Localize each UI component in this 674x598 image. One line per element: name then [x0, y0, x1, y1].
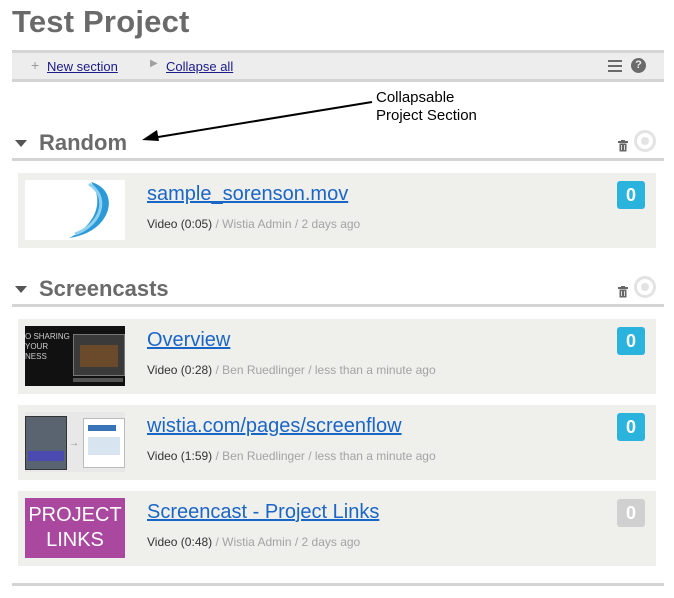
thumbnail-caption-line: NESS — [25, 352, 47, 361]
video-thumbnail[interactable]: → — [25, 412, 125, 472]
thumbnail-caption-line: O SHARING — [25, 332, 70, 341]
count-badge: 0 — [617, 499, 645, 527]
right-arrow-icon: ▶ — [150, 58, 158, 69]
thumbnail-caption-line: YOUR — [25, 342, 49, 351]
thumbnail-shelf — [73, 378, 123, 382]
media-type-duration: Video (0:48) — [147, 535, 213, 549]
media-item: PROJECT LINKS Screencast - Project Links… — [18, 491, 656, 566]
collapse-caret-icon[interactable] — [15, 140, 27, 147]
thumbnail-screen-bar — [28, 451, 64, 461]
target-icon[interactable] — [634, 276, 656, 298]
thumbnail-screen-left — [25, 416, 67, 470]
annotation-line-2: Project Section — [376, 107, 477, 124]
count-badge: 0 — [617, 181, 645, 209]
media-owner-time: / Wistia Admin / 2 days ago — [212, 535, 361, 549]
new-section-link[interactable]: New section — [47, 59, 118, 74]
collapse-all-link[interactable]: Collapse all — [166, 59, 233, 74]
trash-icon[interactable] — [618, 140, 628, 152]
media-title-link[interactable]: Screencast - Project Links — [147, 501, 379, 524]
media-owner-time: / Ben Ruedlinger / less than a minute ag… — [212, 363, 436, 377]
media-type-duration: Video (0:28) — [147, 363, 213, 377]
section-header-random: Random — [12, 128, 664, 161]
section-header-screencasts: Screencasts — [12, 274, 664, 307]
media-type-duration: Video (0:05) — [147, 217, 213, 231]
video-thumbnail[interactable] — [25, 180, 125, 240]
swoosh-graphic — [69, 182, 109, 238]
media-meta: Video (0:48) / Wistia Admin / 2 days ago — [147, 535, 360, 549]
thumbnail-arrow: → — [69, 438, 79, 449]
thumbnail-screen-image — [80, 345, 118, 367]
thumbnail-screen-right — [83, 418, 125, 468]
thumbnail-caption: PROJECT LINKS — [25, 503, 125, 553]
media-title-link[interactable]: Overview — [147, 329, 230, 352]
media-meta: Video (1:59) / Ben Ruedlinger / less tha… — [147, 449, 436, 463]
video-thumbnail[interactable]: O SHARING YOUR NESS — [25, 326, 125, 386]
media-meta: Video (0:05) / Wistia Admin / 2 days ago — [147, 217, 360, 231]
video-thumbnail[interactable]: PROJECT LINKS — [25, 498, 125, 558]
media-type-duration: Video (1:59) — [147, 449, 213, 463]
project-toolbar: + New section ▶ Collapse all ? — [12, 50, 664, 82]
count-badge: 0 — [617, 327, 645, 355]
media-item: O SHARING YOUR NESS Overview Video (0:28… — [18, 319, 656, 394]
media-owner-time: / Wistia Admin / 2 days ago — [212, 217, 361, 231]
media-item: sample_sorenson.mov Video (0:05) / Wisti… — [18, 173, 656, 248]
media-title-link[interactable]: sample_sorenson.mov — [147, 183, 348, 206]
thumbnail-screen-header — [88, 425, 116, 431]
list-menu-icon[interactable] — [608, 60, 622, 72]
thumbnail-caption-line: LINKS — [46, 529, 104, 551]
media-owner-time: / Ben Ruedlinger / less than a minute ag… — [212, 449, 436, 463]
media-meta: Video (0:28) / Ben Ruedlinger / less tha… — [147, 363, 436, 377]
trash-icon[interactable] — [618, 286, 628, 298]
target-icon[interactable] — [634, 130, 656, 152]
section-title: Screencasts — [39, 276, 169, 301]
media-item: → wistia.com/pages/screenflow Video (1:5… — [18, 405, 656, 480]
thumbnail-screen-content — [88, 437, 120, 455]
annotation-callout: Collapsable Project Section — [376, 89, 477, 125]
count-badge: 0 — [617, 413, 645, 441]
bottom-divider — [12, 583, 664, 586]
section-title: Random — [39, 130, 127, 155]
thumbnail-caption: O SHARING YOUR NESS — [25, 332, 70, 362]
help-icon[interactable]: ? — [631, 58, 646, 73]
plus-icon: + — [31, 57, 40, 73]
page-title: Test Project — [12, 4, 190, 39]
collapse-caret-icon[interactable] — [15, 286, 27, 293]
annotation-line-1: Collapsable — [376, 89, 455, 106]
thumbnail-caption-line: PROJECT — [28, 504, 122, 526]
media-title-link[interactable]: wistia.com/pages/screenflow — [147, 415, 402, 438]
thumbnail-screen — [73, 334, 125, 376]
